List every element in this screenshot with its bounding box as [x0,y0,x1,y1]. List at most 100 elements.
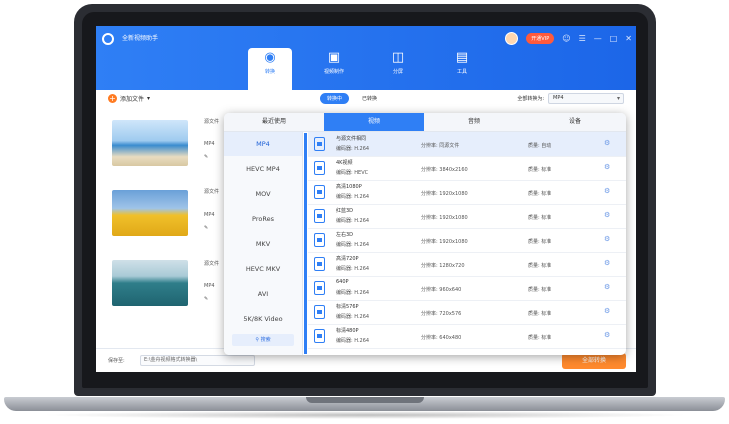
settings-gear-icon[interactable]: ⚙ [604,139,610,147]
edit-icon[interactable]: ✎ [204,154,208,160]
preset-resolution: 分辨率: 960x640 [421,287,462,293]
convert-all-to: 全部转换为: MP4 [517,93,624,104]
menu-icon[interactable]: ☰ [579,34,586,44]
laptop-shadow [40,411,690,419]
nav-split-screen[interactable]: ◫ 分屏 [376,48,420,84]
convert-all-select[interactable]: MP4 [548,93,624,104]
preset-quality: 质量: 自动 [528,143,552,149]
edit-icon[interactable]: ✎ [204,296,208,302]
convert-all-label: 全部转换为: [517,96,544,102]
format-item[interactable]: ProRes [224,207,302,231]
preset-codec: 编码器: H.264 [336,290,370,296]
video-file-icon [314,185,325,199]
preset-resolution: 分辨率: 3840x2160 [421,167,468,173]
settings-gear-icon[interactable]: ⚙ [604,187,610,195]
preset-codec: 编码器: H.264 [336,242,370,248]
search-button[interactable]: ⚲ 搜索 [232,334,294,346]
chevron-down-icon: ▾ [147,95,151,102]
settings-gear-icon[interactable]: ⚙ [604,163,610,171]
tab-audio[interactable]: 音频 [424,113,524,131]
close-icon[interactable]: ✕ [625,34,632,44]
settings-gear-icon[interactable]: ⚙ [604,235,610,243]
format-item[interactable]: AVI [224,282,302,306]
preset-quality: 质量: 标准 [528,191,552,197]
preset-quality: 质量: 标准 [528,287,552,293]
video-file-icon [314,161,325,175]
window-controls: 开通VIP ☺ ☰ — □ ✕ [505,32,632,45]
settings-gear-icon[interactable]: ⚙ [604,211,610,219]
video-thumbnail[interactable] [112,190,188,236]
format-list: MP4 HEVC MP4 MOV ProRes MKV HEVC MKV AVI… [224,132,303,355]
preset-row[interactable]: 4K视频 编码器: HEVC 分辨率: 3840x2160 质量: 标准 ⚙ [308,156,626,181]
preset-quality: 质量: 标准 [528,263,552,269]
nav-video-edit[interactable]: ▣ 视频制作 [312,48,356,84]
video-thumbnail[interactable] [112,260,188,306]
preset-name: 标清480P [336,328,359,334]
preset-codec: 编码器: H.264 [336,314,370,320]
search-label: 搜索 [260,337,271,343]
preset-resolution: 分辨率: 1920x1080 [421,215,468,221]
save-path-field[interactable]: E:\金舟视频格式转换器\ [140,355,255,366]
preset-row[interactable]: 红蓝3D 编码器: H.264 分辨率: 1920x1080 质量: 标准 ⚙ [308,204,626,229]
format-item[interactable]: MKV [224,232,302,256]
app-title: 全新视频助手 [122,35,159,42]
plus-icon: + [108,94,117,103]
scrollbar[interactable] [304,133,307,354]
add-file-label: 添加文件 [120,96,145,103]
nav-label: 分屏 [392,69,403,75]
minimize-icon[interactable]: — [594,34,602,44]
preset-row[interactable]: 与源文件相同 编码器: H.264 分辨率: 同源文件 质量: 自动 ⚙ [308,132,626,157]
preset-row[interactable]: 640P 编码器: H.264 分辨率: 960x640 质量: 标准 ⚙ [308,276,626,301]
nav-convert[interactable]: ◉ 转换 [248,48,292,90]
preset-row[interactable]: 标清480P 编码器: H.264 分辨率: 640x480 质量: 标准 ⚙ [308,324,626,349]
video-file-icon [314,329,325,343]
tab-converting[interactable]: 转换中 [320,93,350,104]
settings-gear-icon[interactable]: ⚙ [604,283,610,291]
format-item[interactable]: MP4 [224,132,302,156]
vip-button[interactable]: 开通VIP [526,33,555,44]
preset-name: 标清576P [336,304,359,310]
preset-resolution: 分辨率: 1280x720 [421,263,465,269]
video-file-icon [314,209,325,223]
convert-icon: ◉ [264,50,276,65]
file-format: MP4 [204,283,215,289]
format-item[interactable]: MOV [224,182,302,206]
preset-row[interactable]: 标清576P 编码器: H.264 分辨率: 720x576 质量: 标准 ⚙ [308,300,626,325]
preset-resolution: 分辨率: 640x480 [421,335,462,341]
format-item[interactable]: 5K/8K Video [224,307,302,331]
video-thumbnail[interactable] [112,120,188,166]
title-bar: 全新视频助手 开通VIP ☺ ☰ — □ ✕ ◉ 转换 ▣ 视频制作 ◫ 分屏 … [96,26,636,90]
video-file-icon [314,233,325,247]
app-window: 全新视频助手 开通VIP ☺ ☰ — □ ✕ ◉ 转换 ▣ 视频制作 ◫ 分屏 … [96,26,636,372]
preset-row[interactable]: 高清1080P 编码器: H.264 分辨率: 1920x1080 质量: 标准… [308,180,626,205]
settings-gear-icon[interactable]: ⚙ [604,331,610,339]
preset-codec: 编码器: H.264 [336,194,370,200]
preset-row[interactable]: 高清720P 编码器: H.264 分辨率: 1280x720 质量: 标准 ⚙ [308,252,626,277]
status-tabs: 转换中 已转换 [320,93,384,104]
format-item[interactable]: HEVC MKV [224,257,302,281]
tab-recent[interactable]: 最近使用 [224,113,324,131]
video-edit-icon: ▣ [327,50,341,65]
convert-all-button[interactable]: 全部转换 [562,353,626,369]
tab-video[interactable]: 视频 [324,113,424,131]
format-item[interactable]: HEVC MP4 [224,157,302,181]
nav-tools[interactable]: ▤ 工具 [440,48,484,84]
settings-gear-icon[interactable]: ⚙ [604,259,610,267]
nav-label: 视频制作 [323,69,344,75]
tab-device[interactable]: 设备 [524,113,626,131]
edit-icon[interactable]: ✎ [204,225,208,231]
feedback-icon[interactable]: ☺ [562,34,570,44]
preset-name: 与源文件相同 [336,136,367,142]
add-file-button[interactable]: + 添加文件 ▾ [108,94,150,103]
toolbar: + 添加文件 ▾ 转换中 已转换 全部转换为: MP4 [96,90,636,108]
preset-row[interactable]: 左右3D 编码器: H.264 分辨率: 1920x1080 质量: 标准 ⚙ [308,228,626,253]
preset-name: 640P [336,279,349,285]
user-avatar[interactable] [505,32,519,45]
tab-converted[interactable]: 已转换 [355,93,384,104]
video-file-icon [314,281,325,295]
split-screen-icon: ◫ [391,50,405,65]
preset-resolution: 分辨率: 1920x1080 [421,191,468,197]
settings-gear-icon[interactable]: ⚙ [604,307,610,315]
maximize-icon[interactable]: □ [610,34,618,44]
preset-name: 高清1080P [336,184,362,190]
